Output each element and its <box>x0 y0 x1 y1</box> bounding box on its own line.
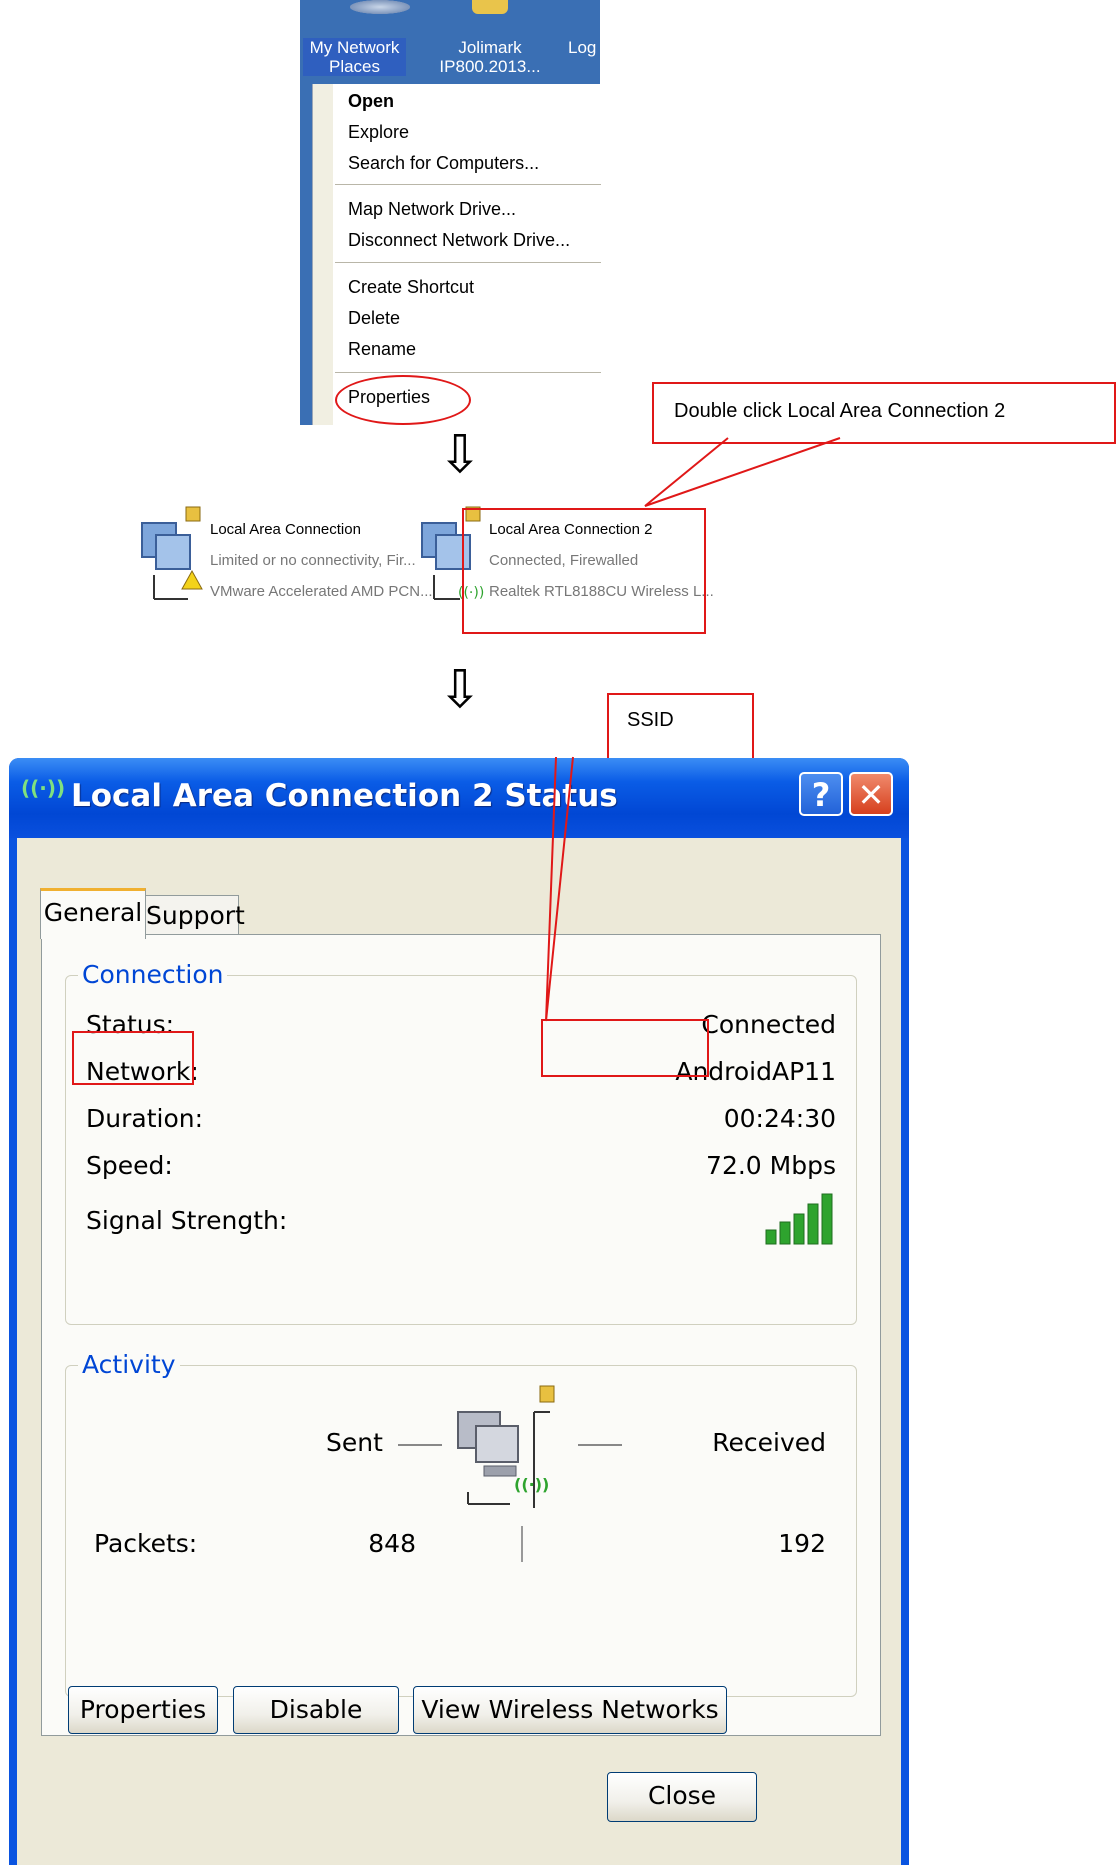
desktop-icon-label: My Network <box>309 38 400 57</box>
dialog-body: General Support Connection Status: Conne… <box>17 838 901 1865</box>
context-menu-strip <box>313 84 333 425</box>
desktop-icon-label: Log <box>568 38 597 57</box>
menu-item-create-shortcut[interactable]: Create Shortcut <box>348 277 474 298</box>
sent-line <box>398 1444 442 1446</box>
duration-label: Duration: <box>86 1104 204 1133</box>
packets-sent-value: 848 <box>368 1529 416 1558</box>
connection-device: VMware Accelerated AMD PCN... <box>210 583 433 600</box>
speed-value: 72.0 Mbps <box>706 1151 836 1180</box>
callout-text: SSID <box>627 709 674 731</box>
callout-double-click: Double click Local Area Connection 2 <box>652 382 1116 444</box>
menu-item-delete[interactable]: Delete <box>348 308 400 329</box>
properties-button[interactable]: Properties <box>68 1686 218 1734</box>
folder-icon[interactable] <box>472 0 508 14</box>
title-bar[interactable]: ((·)) Local Area Connection 2 Status ? ✕ <box>9 758 909 838</box>
desktop-icon-label: Jolimark <box>458 38 522 57</box>
tab-support[interactable]: Support <box>145 895 245 936</box>
connection-status: Limited or no connectivity, Fir... <box>210 552 416 569</box>
svg-text:((·)): ((·)) <box>514 1475 549 1494</box>
properties-highlight-ellipse <box>335 375 471 425</box>
menu-separator <box>335 262 601 263</box>
menu-separator <box>335 372 601 373</box>
local-area-connection-2-highlight <box>462 508 706 634</box>
view-wireless-networks-button[interactable]: View Wireless Networks <box>413 1686 727 1734</box>
callout-text: Double click Local Area Connection 2 <box>674 400 1006 422</box>
status-value: Connected <box>701 1010 836 1039</box>
wireless-signal-icon: ((·)) <box>21 776 66 800</box>
close-button[interactable]: Close <box>607 1772 757 1822</box>
network-connection-icon[interactable] <box>140 505 208 601</box>
network-label-highlight <box>72 1031 194 1085</box>
ssid-callout-pointer <box>545 756 574 1022</box>
connection-name: Local Area Connection <box>210 521 361 538</box>
menu-item-open[interactable]: Open <box>348 91 394 112</box>
speed-label: Speed: <box>86 1151 173 1180</box>
menu-item-explore[interactable]: Explore <box>348 122 409 143</box>
connection-group: Connection Status: Connected Network: An… <box>65 960 857 1325</box>
packets-label: Packets: <box>94 1529 198 1558</box>
signal-strength-bars-icon <box>765 1193 833 1245</box>
desktop-icon-label: IP800.2013... <box>439 57 541 76</box>
desktop-icon-label: Places <box>328 57 381 76</box>
activity-group: Activity Sent ((·)) Received Packets: 84… <box>65 1350 857 1697</box>
dialog-title: Local Area Connection 2 Status <box>71 778 618 814</box>
duration-value: 00:24:30 <box>723 1104 836 1133</box>
tab-general[interactable]: General <box>40 888 146 939</box>
packets-divider <box>521 1526 523 1562</box>
connection-local-area[interactable]: Local Area Connection Limited or no conn… <box>210 514 433 607</box>
menu-item-search-computers[interactable]: Search for Computers... <box>348 153 539 174</box>
desktop-icon-my-network-places[interactable]: My Network Places <box>303 38 406 76</box>
received-line <box>578 1444 622 1446</box>
sent-label: Sent <box>326 1428 383 1457</box>
packets-received-value: 192 <box>778 1529 826 1558</box>
down-arrow-icon: ⇩ <box>438 660 482 720</box>
menu-item-map-network-drive[interactable]: Map Network Drive... <box>348 199 516 220</box>
callout-pointer <box>644 437 841 507</box>
activity-computers-icon: ((·)) <box>457 1385 555 1508</box>
menu-item-disconnect-network-drive[interactable]: Disconnect Network Drive... <box>348 230 570 251</box>
menu-separator <box>335 184 601 185</box>
down-arrow-icon: ⇩ <box>438 425 482 485</box>
activity-group-label: Activity <box>78 1350 180 1379</box>
menu-item-rename[interactable]: Rename <box>348 339 416 360</box>
context-menu: Open Explore Search for Computers... Map… <box>312 84 601 425</box>
help-button[interactable]: ? <box>799 772 843 816</box>
status-dialog: ((·)) Local Area Connection 2 Status ? ✕… <box>9 758 909 1865</box>
desktop-icon-log[interactable]: Log <box>568 38 600 57</box>
ssid-value-highlight <box>541 1019 709 1077</box>
callout-ssid: SSID <box>607 693 754 761</box>
signal-strength-label: Signal Strength: <box>86 1206 288 1235</box>
connection-group-label: Connection <box>78 960 228 989</box>
desktop-icon-jolimark[interactable]: Jolimark IP800.2013... <box>435 38 545 76</box>
network-places-icon[interactable] <box>350 0 410 14</box>
received-label: Received <box>712 1428 826 1457</box>
disable-button[interactable]: Disable <box>233 1686 399 1734</box>
close-window-button[interactable]: ✕ <box>849 772 893 816</box>
